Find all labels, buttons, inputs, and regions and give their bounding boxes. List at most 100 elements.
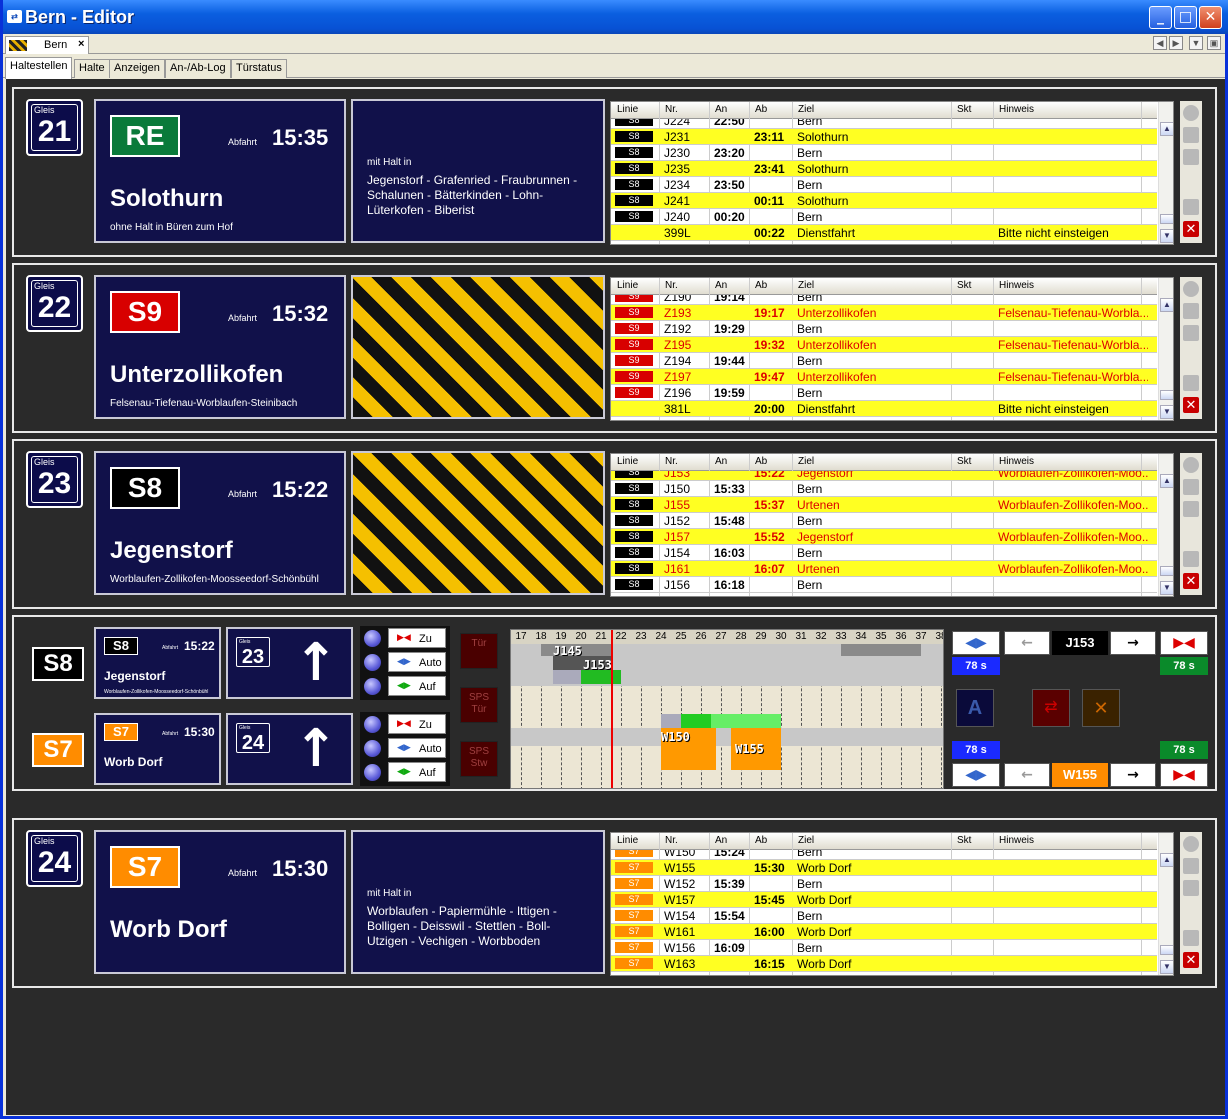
scroll-thumb[interactable] <box>1160 214 1173 224</box>
doc-tab-close-icon[interactable]: × <box>78 38 84 50</box>
column-header[interactable]: Ziel <box>798 280 814 291</box>
column-header[interactable]: Linie <box>617 456 638 467</box>
column-header[interactable]: Ab <box>755 456 767 467</box>
door-zu-button[interactable]: ▶◀ Zu <box>388 628 446 648</box>
scroll-thumb[interactable] <box>1160 566 1173 576</box>
scroll-down-icon[interactable]: ▼ <box>1160 581 1173 595</box>
minimize-button[interactable]: _ <box>1149 6 1172 29</box>
auto-a-button[interactable]: A <box>956 689 994 727</box>
column-header[interactable]: Hinweis <box>999 280 1034 291</box>
table-row[interactable]: S9 Z195 19:32 Unterzollikofen Felsenau-Tiefe… <box>611 337 1157 353</box>
table-row[interactable]: S8 J156 16:18 Bern <box>611 577 1157 593</box>
tab-haltestellen[interactable]: Haltestellen <box>5 57 73 79</box>
table-row[interactable]: S8 J235 23:41 Solothurn <box>611 161 1157 177</box>
vertical-scrollbar[interactable]: ▲ ▼ <box>1158 833 1173 975</box>
scroll-up-icon[interactable]: ▲ <box>1160 474 1173 488</box>
table-row[interactable]: S8 J150 15:33 Bern <box>611 481 1157 497</box>
edit-icon[interactable] <box>1183 858 1199 874</box>
column-header[interactable]: Nr. <box>665 835 678 846</box>
table-row[interactable]: S7 W163 16:15 Worb Dorf <box>611 956 1157 972</box>
column-header[interactable]: Ziel <box>798 104 814 115</box>
timeline-chart[interactable]: 17 18 19 20 21 22 23 24 25 26 27 28 29 30 31 32 33 34 35 36… <box>510 629 944 789</box>
scroll-thumb[interactable] <box>1160 945 1173 955</box>
doc-tab-bern[interactable]: Bern × <box>5 36 89 54</box>
tab-list-icon[interactable]: ▼ <box>1189 36 1203 50</box>
tab-scroll-left-icon[interactable]: ◀ <box>1153 36 1167 50</box>
table-row[interactable]: S8 J241 00:11 Solothurn <box>611 193 1157 209</box>
table-row[interactable]: S8 J234 23:50 Bern <box>611 177 1157 193</box>
column-header[interactable]: Nr. <box>665 456 678 467</box>
edit-all-icon[interactable] <box>1183 880 1199 896</box>
table-row[interactable]: S7 W161 16:00 Worb Dorf <box>611 924 1157 940</box>
timeline-train-label[interactable]: J153 <box>583 658 612 672</box>
trash-icon[interactable] <box>1183 199 1199 215</box>
maximize-button[interactable]: □ <box>1174 6 1197 29</box>
column-header[interactable]: Ab <box>755 280 767 291</box>
record-icon[interactable] <box>1183 457 1199 473</box>
timetable[interactable]: Linie Nr. An Ab Ziel Skt Hinweis S9 Z190 19:14 Ber… <box>610 277 1174 421</box>
table-row[interactable]: S8 J152 15:48 Bern <box>611 513 1157 529</box>
edit-icon[interactable] <box>1183 479 1199 495</box>
table-row[interactable]: S8 J240 00:20 Bern <box>611 209 1157 225</box>
timeline-train-label[interactable]: W150 <box>661 730 690 744</box>
column-header[interactable]: Skt <box>957 104 971 115</box>
table-row[interactable]: S9 Z192 19:29 Bern <box>611 321 1157 337</box>
table-row[interactable]: S9 Z190 19:14 Bern <box>611 295 1157 305</box>
trash-icon[interactable] <box>1183 930 1199 946</box>
scroll-up-icon[interactable]: ▲ <box>1160 122 1173 136</box>
scroll-down-icon[interactable]: ▼ <box>1160 960 1173 974</box>
table-row[interactable]: S7 W150 15:24 Bern <box>611 850 1157 860</box>
scroll-down-icon[interactable]: ▼ <box>1160 229 1173 243</box>
door-auf-button[interactable]: ◀▶ Auf <box>388 676 446 696</box>
tab-tuerstatus[interactable]: Türstatus <box>231 59 287 78</box>
record-icon[interactable] <box>1183 281 1199 297</box>
column-header[interactable]: Skt <box>957 835 971 846</box>
arrow-right-icon[interactable]: → <box>1110 631 1156 655</box>
delete-icon[interactable]: ✕ <box>1183 221 1199 237</box>
table-row[interactable]: 381L 20:00 Dienstfahrt Bitte nicht einsteig… <box>611 401 1157 417</box>
edit-icon[interactable] <box>1183 303 1199 319</box>
table-row[interactable]: S9 Z194 19:44 Bern <box>611 353 1157 369</box>
table-row[interactable]: S7 W156 16:09 Bern <box>611 940 1157 956</box>
column-header[interactable]: Hinweis <box>999 104 1034 115</box>
record-icon[interactable] <box>1183 105 1199 121</box>
column-header[interactable]: Ziel <box>798 835 814 846</box>
scroll-up-icon[interactable]: ▲ <box>1160 298 1173 312</box>
door-auto-button[interactable]: ◀▶ Auto <box>388 738 446 758</box>
column-header[interactable]: An <box>715 280 727 291</box>
door-zu-button[interactable]: ▶◀ Zu <box>388 714 446 734</box>
arrow-left-icon[interactable]: ← <box>1004 631 1050 655</box>
vertical-scrollbar[interactable]: ▲ ▼ <box>1158 278 1173 420</box>
column-header[interactable]: Skt <box>957 280 971 291</box>
table-row[interactable]: S8 J231 23:11 Solothurn <box>611 129 1157 145</box>
table-row[interactable]: S7 W157 15:45 Worb Dorf <box>611 892 1157 908</box>
arrow-left-icon[interactable]: ← <box>1004 763 1050 787</box>
door-auto-button[interactable]: ◀▶ Auto <box>388 652 446 672</box>
table-row[interactable]: 399L 00:22 Dienstfahrt Bitte nicht einsteig… <box>611 225 1157 241</box>
trash-icon[interactable] <box>1183 551 1199 567</box>
join-icon[interactable]: ▶◀ <box>1160 763 1208 787</box>
column-header[interactable]: Ab <box>755 104 767 115</box>
close-button[interactable]: ✕ <box>1199 6 1222 29</box>
column-header[interactable]: Linie <box>617 104 638 115</box>
restore-doc-icon[interactable]: ▣ <box>1207 36 1221 50</box>
table-row[interactable]: S8 J157 15:52 Jegenstorf Worblaufen-Zollikof… <box>611 529 1157 545</box>
column-header[interactable]: Linie <box>617 835 638 846</box>
table-row[interactable]: S8 J224 22:50 Bern <box>611 119 1157 129</box>
table-row[interactable]: S9 Z197 19:47 Unterzollikofen Felsenau-Tiefe… <box>611 369 1157 385</box>
column-header[interactable]: Linie <box>617 280 638 291</box>
table-row[interactable]: S9 Z196 19:59 Bern <box>611 385 1157 401</box>
vertical-scrollbar[interactable]: ▲ ▼ <box>1158 102 1173 244</box>
tab-an-ab-log[interactable]: An-/Ab-Log <box>165 59 231 78</box>
table-row[interactable]: S8 J155 15:37 Urtenen Worblaufen-Zollikofen-… <box>611 497 1157 513</box>
tab-scroll-right-icon[interactable]: ▶ <box>1169 36 1183 50</box>
dark-button[interactable]: Tür <box>460 633 498 669</box>
column-header[interactable]: Ziel <box>798 456 814 467</box>
split-icon[interactable]: ◀▶ <box>952 631 1000 655</box>
arrow-right-icon[interactable]: → <box>1110 763 1156 787</box>
edit-all-icon[interactable] <box>1183 325 1199 341</box>
timetable[interactable]: Linie Nr. An Ab Ziel Skt Hinweis S8 J224 22:50 Ber… <box>610 101 1174 245</box>
table-row[interactable]: S8 J154 16:03 Bern <box>611 545 1157 561</box>
swap-icon[interactable]: ⇄ <box>1032 689 1070 727</box>
cancel-icon[interactable]: ✕ <box>1082 689 1120 727</box>
